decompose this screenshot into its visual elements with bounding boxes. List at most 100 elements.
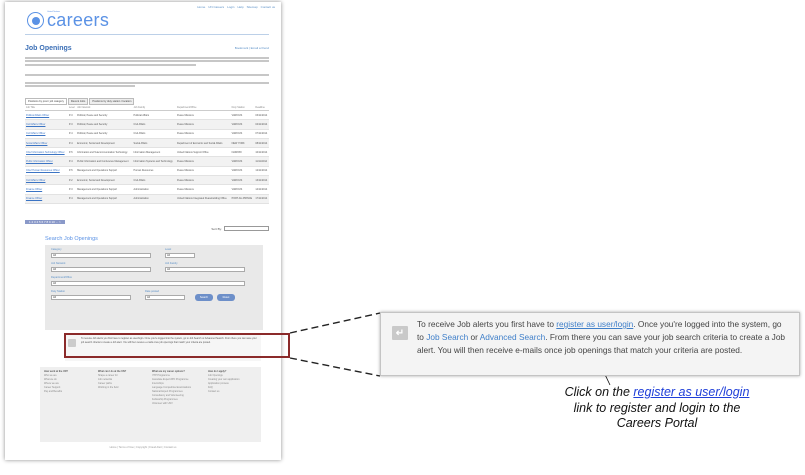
search-panel: Category Level All All Job Network Job F… xyxy=(45,245,263,330)
advanced-search-link[interactable]: Advanced Search xyxy=(480,332,546,342)
footer-link[interactable]: Creating your own application xyxy=(208,378,240,381)
table-cell: 07/11/2014 xyxy=(254,129,269,139)
top-link[interactable]: Sitemap xyxy=(247,5,258,9)
header-divider xyxy=(25,34,269,35)
footer-link[interactable]: Career Support xyxy=(44,386,60,389)
footer-link[interactable]: Volunteer with UNV xyxy=(152,402,173,405)
table-cell: Department of Economic and Social Affair… xyxy=(176,138,231,149)
level-select[interactable]: All xyxy=(165,253,195,258)
top-link[interactable]: Help xyxy=(237,5,243,9)
logo-org-text: United Nations xyxy=(47,11,61,13)
job-title-link[interactable]: Chief Human Resources Officer xyxy=(25,166,68,177)
table-cell: VARIOUS xyxy=(230,119,255,130)
category-select[interactable]: All xyxy=(51,253,151,258)
date-posted-select[interactable]: All xyxy=(145,295,185,300)
footer-link[interactable]: Fellowship Programmes xyxy=(152,398,178,401)
job-title-link[interactable]: Civil Affairs Officer xyxy=(25,129,68,139)
sort-by-select[interactable] xyxy=(224,226,269,231)
job-tabs: Positions by post / job category Recent … xyxy=(25,98,135,105)
footer-link[interactable]: National Expert Programmes xyxy=(152,390,183,393)
table-cell: Political Affairs xyxy=(132,110,177,121)
table-cell: Management and Operations Support xyxy=(76,166,133,177)
footer-link[interactable]: What we do xyxy=(44,378,57,381)
footer-link[interactable]: Job Openings xyxy=(208,374,223,377)
job-title-link[interactable]: Finance Officer xyxy=(25,194,68,204)
footer-link[interactable]: Who we are xyxy=(44,374,57,377)
tab-recent-jobs[interactable]: Recent Jobs xyxy=(67,98,89,105)
footer-links: How work at the UN? Who we are What we d… xyxy=(40,367,261,442)
footer-link[interactable]: Pay and Benefits xyxy=(44,390,62,393)
footer-link[interactable]: Shape a career for xyxy=(98,374,118,377)
table-cell: Human Resources xyxy=(132,166,177,177)
top-link[interactable]: Login xyxy=(227,5,234,9)
copyright-links[interactable]: Home | Terms of Use | Copyright | Fraud … xyxy=(5,446,281,449)
tab-by-category[interactable]: Positions by post / job category xyxy=(25,98,67,105)
footer-link[interactable]: Application process xyxy=(208,382,229,385)
job-search-link[interactable]: Job Search xyxy=(426,332,468,342)
tab-by-location[interactable]: Positions by duty station / location xyxy=(89,98,135,105)
table-row: Chief Human Resources Officer P-5 Manageme… xyxy=(25,166,269,177)
search-label: Department/Office xyxy=(51,276,72,279)
duty-station-select[interactable]: All xyxy=(51,295,131,300)
department-select[interactable]: All xyxy=(51,281,245,286)
table-cell: Administration xyxy=(132,184,177,195)
job-title-link[interactable]: Chief Information Technology Officer xyxy=(25,147,68,158)
job-network-select[interactable]: All xyxy=(51,267,151,272)
table-cell: Peace Missions xyxy=(176,119,231,130)
footer-link[interactable]: Contact us xyxy=(208,390,219,393)
job-title-link[interactable]: Civil Affairs Officer xyxy=(25,175,68,186)
alert-icon: ↵ xyxy=(392,326,408,340)
footer-link[interactable]: Job networks xyxy=(98,378,112,381)
job-openings-table: Job Title Level Job Network Job Family D… xyxy=(25,105,269,204)
careers-logo[interactable]: United Nations careers xyxy=(27,10,109,31)
job-family-select[interactable]: All xyxy=(165,267,245,272)
table-row: Civil Affairs Officer P-4 Political, Peace… xyxy=(25,129,269,139)
search-label: Job Network xyxy=(51,262,66,265)
table-cell: P-5 xyxy=(67,166,77,177)
footer-link[interactable]: Associate Expert/JPO Programme xyxy=(152,378,188,381)
intro-text xyxy=(25,80,269,89)
footer-column: What can I do at the UN? Shape a career … xyxy=(98,370,126,390)
table-cell: 13/11/2014 xyxy=(254,175,269,186)
footer-link[interactable]: Language Competitive Examinations xyxy=(152,386,191,389)
register-login-link[interactable]: register as user/login xyxy=(556,319,633,329)
search-section-title: Search Job Openings xyxy=(45,236,98,242)
top-link[interactable]: UN Careers xyxy=(208,5,224,9)
caption-register-link: register as user/login xyxy=(633,385,750,399)
pagination[interactable]: 1 2 3 4 5 6 7 8 9 10 ... > xyxy=(25,220,65,224)
top-link[interactable]: Contact us xyxy=(261,5,275,9)
table-cell: Social Affairs xyxy=(132,138,177,149)
footer-link[interactable]: Where we are xyxy=(44,382,59,385)
job-title-link[interactable]: Political Affairs Officer xyxy=(25,110,68,121)
table-cell: Information Systems and Technology xyxy=(132,156,177,167)
footer-link[interactable]: Consultancy and Volunteering xyxy=(152,394,184,397)
search-label: Job Family xyxy=(165,262,178,265)
careers-page-screenshot: Home UN Careers Login Help Sitemap Conta… xyxy=(5,2,281,460)
table-cell: VARIOUS xyxy=(230,129,255,139)
job-title-link[interactable]: Public Information Officer xyxy=(25,156,68,167)
reset-button[interactable]: Reset xyxy=(217,294,235,301)
job-title-link[interactable]: Social Affairs Officer xyxy=(25,138,68,149)
table-cell: 12/11/2014 xyxy=(254,166,269,177)
table-cell: Peace Missions xyxy=(176,129,231,139)
table-cell: United Nations Integrated Peacebuilding … xyxy=(176,194,231,204)
table-cell: NAIROBI xyxy=(230,147,255,158)
footer-link[interactable]: Career paths xyxy=(98,382,112,385)
callout-text: To receive Job alerts you first have to xyxy=(417,319,557,329)
connector-line-top xyxy=(289,312,381,334)
footer-link[interactable]: FAQ xyxy=(208,386,213,389)
share-links[interactable]: Bookmark | Email a friend xyxy=(235,46,269,50)
footer-link[interactable]: Internships xyxy=(152,382,164,385)
top-link[interactable]: Home xyxy=(197,5,205,9)
search-button[interactable]: Search xyxy=(195,294,213,301)
intro-text xyxy=(25,55,269,67)
job-title-link[interactable]: Finance Officer xyxy=(25,184,68,195)
footer-link[interactable]: YPP Programme xyxy=(152,374,170,377)
job-title-link[interactable]: Civil Affairs Officer xyxy=(25,119,68,130)
connector-line-bottom xyxy=(289,357,381,377)
table-row: Civil Affairs Officer P-3 Political, Peace… xyxy=(25,119,269,130)
table-cell: 14/11/2014 xyxy=(254,184,269,195)
footer-link[interactable]: Working in the field xyxy=(98,386,118,389)
instruction-caption: Click on the register as user/login link… xyxy=(562,385,752,432)
table-cell: Civil Affairs xyxy=(132,129,177,139)
